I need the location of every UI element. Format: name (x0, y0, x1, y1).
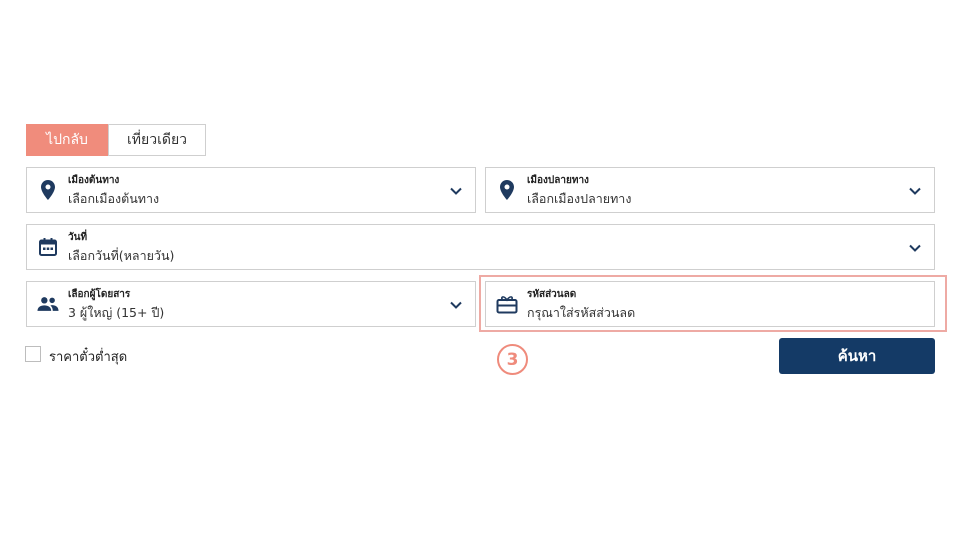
destination-select[interactable]: เมืองปลายทาง เลือกเมืองปลายทาง (485, 167, 935, 213)
tab-round-trip-label: ไปกลับ (46, 132, 88, 148)
promo-highlight-frame (479, 275, 947, 332)
destination-value: เลือกเมืองปลายทาง (527, 191, 632, 206)
step-marker-badge: 3 (497, 344, 528, 375)
location-pin-icon (37, 179, 59, 201)
location-pin-icon (496, 179, 518, 201)
lowest-fare-checkbox[interactable] (25, 346, 41, 362)
lowest-fare-label: ราคาตั๋วต่ำสุด (49, 350, 128, 365)
date-value: เลือกวันที่(หลายวัน) (68, 248, 175, 263)
chevron-down-icon (450, 301, 462, 309)
tab-one-way-label: เที่ยวเดียว (126, 132, 188, 148)
tab-one-way[interactable]: เที่ยวเดียว (108, 124, 206, 156)
origin-select[interactable]: เมืองต้นทาง เลือกเมืองต้นทาง (26, 167, 476, 213)
chevron-down-icon (450, 187, 462, 195)
date-select[interactable]: วันที่ เลือกวันที่(หลายวัน) (26, 224, 935, 270)
calendar-icon (37, 236, 59, 258)
origin-value: เลือกเมืองต้นทาง (68, 191, 160, 206)
destination-label: เมืองปลายทาง (527, 175, 589, 186)
chevron-down-icon (909, 244, 921, 252)
date-label: วันที่ (68, 232, 88, 243)
passengers-select[interactable]: เลือกผู้โดยสาร 3 ผู้ใหญ่ (15+ ปี) (26, 281, 476, 327)
search-button-label: ค้นหา (837, 347, 877, 365)
chevron-down-icon (909, 187, 921, 195)
origin-label: เมืองต้นทาง (68, 175, 120, 186)
tab-round-trip[interactable]: ไปกลับ (26, 124, 108, 156)
people-icon (37, 293, 59, 315)
passengers-value: 3 ผู้ใหญ่ (15+ ปี) (68, 305, 165, 320)
search-button[interactable]: ค้นหา (779, 338, 935, 374)
passengers-label: เลือกผู้โดยสาร (68, 289, 131, 300)
step-marker-number: 3 (506, 349, 519, 370)
